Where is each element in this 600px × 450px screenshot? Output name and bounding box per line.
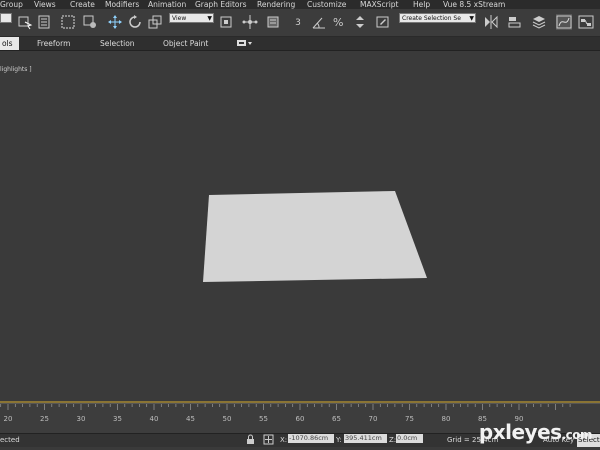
mirror-icon[interactable]: [483, 14, 499, 30]
spinner-snap-icon[interactable]: [352, 14, 368, 30]
ruler-tick-label: 50: [223, 415, 232, 423]
window-crossing-icon[interactable]: [82, 14, 98, 30]
tab-freeform[interactable]: Freeform: [37, 37, 70, 50]
ruler-tick-label: 60: [296, 415, 305, 423]
selection-status-text: ected: [0, 436, 20, 444]
perspective-viewport[interactable]: [0, 64, 600, 401]
watermark-name: pxleyes: [478, 420, 562, 444]
ruler-tick-label: 35: [113, 415, 122, 423]
svg-text:%: %: [333, 16, 343, 29]
ruler-tick-label: 45: [186, 415, 195, 423]
reference-coordinate-dropdown[interactable]: View ▼: [169, 13, 214, 23]
lock-selection-icon[interactable]: [246, 434, 255, 450]
ruler-tick-label: 25: [40, 415, 49, 423]
menu-graph-editors[interactable]: Graph Editors: [195, 0, 247, 9]
ruler-tick-label: 75: [405, 415, 414, 423]
scale-icon[interactable]: [147, 14, 163, 30]
ribbon-tabs: ols Freeform Selection Object Paint: [0, 37, 600, 51]
link-icon[interactable]: [242, 14, 258, 30]
menu-customize[interactable]: Customize: [307, 0, 346, 9]
schematic-icon[interactable]: [578, 14, 594, 30]
chevron-down-icon: ▼: [207, 15, 212, 22]
ruler-tick-label: 40: [150, 415, 159, 423]
reference-coordinate-value: View: [172, 15, 187, 22]
named-selection-set-value: Create Selection Se: [402, 15, 461, 22]
edit-named-selection-icon[interactable]: [375, 14, 391, 30]
watermark-tld: .com: [561, 428, 593, 442]
z-coordinate-field[interactable]: 0.0cm: [396, 434, 423, 443]
curve-editor-icon[interactable]: [556, 14, 572, 30]
menu-help[interactable]: Help: [413, 0, 430, 9]
x-coordinate-field[interactable]: -1070.86cm: [288, 434, 334, 443]
ribbon-options-icon[interactable]: [236, 37, 254, 54]
viewport-label[interactable]: lighlights ]: [0, 66, 32, 73]
menu-vue-xstream[interactable]: Vue 8.5 xStream: [443, 0, 505, 9]
menu-create[interactable]: Create: [70, 0, 95, 9]
ruler-tick-label: 30: [77, 415, 86, 423]
layer-icon[interactable]: [531, 14, 547, 30]
y-coordinate-label: Y:: [336, 436, 342, 444]
ruler-tick-label: 80: [442, 415, 451, 423]
snap-label: 3: [295, 18, 301, 28]
move-icon[interactable]: [107, 14, 123, 30]
ruler-tick-label: 65: [332, 415, 341, 423]
menu-modifiers[interactable]: Modifiers: [105, 0, 139, 9]
tab-modeling-tools[interactable]: ols: [0, 37, 19, 50]
tab-selection[interactable]: Selection: [100, 37, 135, 50]
y-coordinate-field[interactable]: 395.411cm: [344, 434, 387, 443]
main-toolbar: View ▼ 3 % Create Selection Se ▼: [0, 9, 600, 37]
select-by-name-icon[interactable]: [37, 14, 53, 30]
tab-object-paint[interactable]: Object Paint: [163, 37, 208, 50]
pxleyes-watermark: pxleyes.com: [478, 420, 593, 444]
menu-rendering[interactable]: Rendering: [257, 0, 295, 9]
menu-maxscript[interactable]: MAXScript: [360, 0, 399, 9]
rotate-icon[interactable]: [127, 14, 143, 30]
menu-group[interactable]: Group: [0, 0, 23, 9]
menu-views[interactable]: Views: [34, 0, 56, 9]
x-coordinate-label: X:: [280, 436, 288, 444]
chevron-down-icon: ▼: [469, 15, 474, 22]
pivot-icon[interactable]: [218, 14, 234, 30]
absolute-mode-icon[interactable]: [263, 434, 274, 450]
align-icon[interactable]: [507, 14, 523, 30]
keyboard-shortcut-icon[interactable]: [266, 14, 282, 30]
ruler-tick-label: 70: [369, 415, 378, 423]
select-region-icon[interactable]: [60, 14, 76, 30]
ruler-tick-label: 55: [259, 415, 268, 423]
angle-snap-icon[interactable]: [311, 14, 327, 30]
filter-dropdown[interactable]: [0, 13, 12, 23]
ruler-tick-label: 20: [4, 415, 13, 423]
percent-snap-icon[interactable]: %: [332, 14, 348, 30]
select-icon[interactable]: [17, 14, 33, 30]
menu-bar: Group Views Create Modifiers Animation G…: [0, 0, 600, 9]
snap-icon[interactable]: 3: [290, 14, 306, 30]
menu-animation[interactable]: Animation: [148, 0, 186, 9]
named-selection-set-dropdown[interactable]: Create Selection Se ▼: [399, 13, 476, 23]
